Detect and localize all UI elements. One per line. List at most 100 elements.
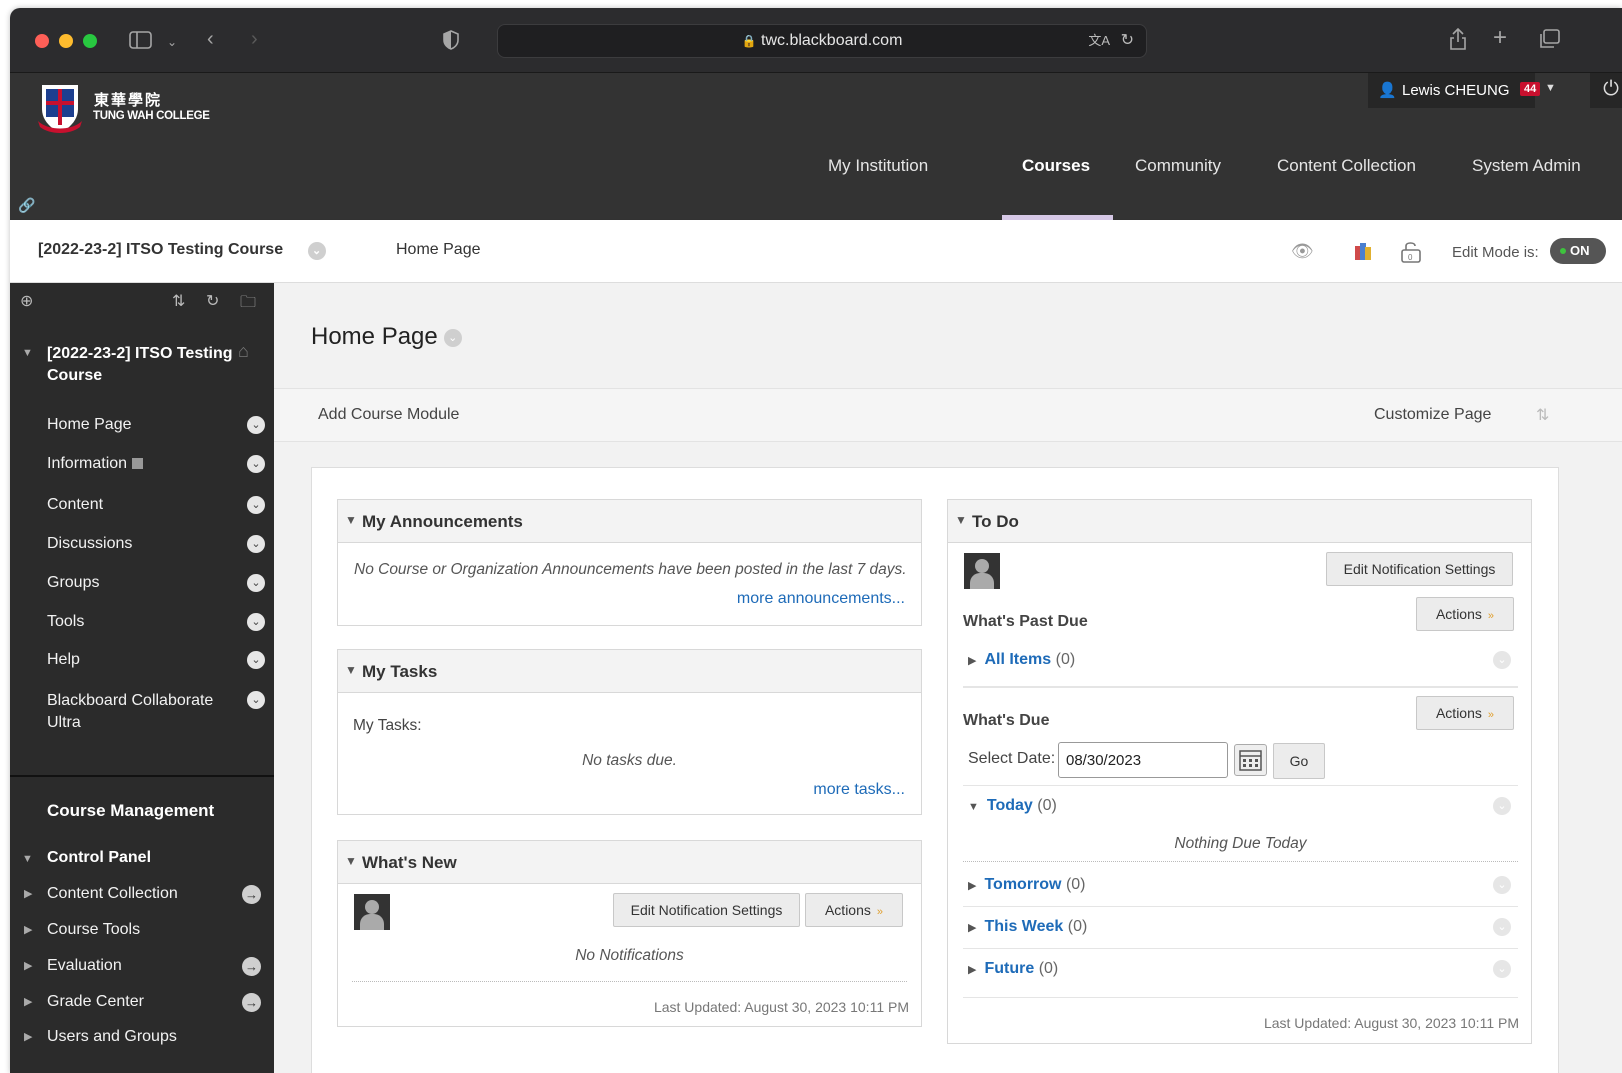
calendar-icon[interactable] xyxy=(1234,744,1267,776)
arrow-right-icon[interactable]: → xyxy=(242,957,261,976)
collapse-triangle-icon[interactable]: ▼ xyxy=(968,801,979,813)
sidebar-item-help[interactable]: Help ⌄ xyxy=(47,651,265,669)
add-course-module-button[interactable]: Add Course Module xyxy=(318,406,459,424)
expand-triangle-icon[interactable]: ▶ xyxy=(24,887,32,900)
breadcrumb-course[interactable]: [2022-23-2] ITSO Testing Course ⌄ xyxy=(38,241,326,260)
new-tab-icon[interactable]: + xyxy=(1493,26,1507,50)
chevron-down-icon[interactable]: ⌄ xyxy=(443,328,462,347)
expand-triangle-icon[interactable]: ▶ xyxy=(24,995,32,1008)
translate-icon[interactable]: 文A xyxy=(1088,25,1110,57)
user-menu[interactable]: 👤 Lewis CHEUNG 44 ▼ xyxy=(1368,73,1556,108)
chevron-down-icon[interactable]: ▼ xyxy=(1545,82,1556,94)
college-crest-logo[interactable] xyxy=(36,81,84,137)
collapse-triangle-icon[interactable]: ▼ xyxy=(955,513,967,527)
collapse-triangle-icon[interactable]: ▼ xyxy=(345,513,357,527)
forward-icon[interactable]: › xyxy=(251,29,258,49)
home-icon[interactable]: ⌂ xyxy=(238,341,249,362)
expand-triangle-icon[interactable]: ▶ xyxy=(968,964,976,976)
notification-badge[interactable]: 44 xyxy=(1520,82,1541,96)
collapse-triangle-icon[interactable]: ▼ xyxy=(345,663,357,677)
collapse-triangle-icon[interactable]: ▼ xyxy=(22,853,33,865)
group-label[interactable]: This Week xyxy=(984,918,1063,935)
sidebar-item-home-page[interactable]: Home Page ⌄ xyxy=(47,416,265,434)
control-item-grade-center[interactable]: Grade Center xyxy=(47,993,144,1011)
close-window-button[interactable] xyxy=(35,34,49,48)
expand-triangle-icon[interactable]: ▶ xyxy=(24,1030,32,1043)
collapse-triangle-icon[interactable]: ▼ xyxy=(22,347,33,359)
module-header[interactable]: ▼ To Do xyxy=(948,500,1531,543)
sidebar-toggle-icon[interactable] xyxy=(129,30,153,54)
edit-mode-toggle[interactable]: ON xyxy=(1550,238,1606,264)
module-header[interactable]: ▼ My Tasks xyxy=(338,650,921,693)
chevron-down-icon[interactable]: ⌄ xyxy=(167,32,177,52)
chevron-down-icon[interactable]: ⌄ xyxy=(307,242,326,260)
folder-view-icon[interactable]: 🗀 xyxy=(240,291,256,318)
collapse-triangle-icon[interactable]: ▼ xyxy=(345,854,357,868)
all-items-group[interactable]: ▶ All Items (0) xyxy=(968,651,1075,669)
logout-power-icon[interactable]: ⏻ xyxy=(1590,73,1622,108)
tab-overview-icon[interactable] xyxy=(1538,29,1560,53)
expand-triangle-icon[interactable]: ▶ xyxy=(24,959,32,972)
chevron-down-icon[interactable]: ⌄ xyxy=(247,651,265,669)
group-label[interactable]: All Items xyxy=(984,651,1051,668)
arrow-right-icon[interactable]: → xyxy=(242,885,261,904)
control-item-evaluation[interactable]: Evaluation xyxy=(47,957,122,975)
expand-triangle-icon[interactable]: ▶ xyxy=(968,880,976,892)
date-input[interactable] xyxy=(1058,742,1228,778)
reload-icon[interactable]: ↻ xyxy=(1121,25,1134,57)
chevron-down-icon[interactable]: ⌄ xyxy=(247,691,265,709)
arrow-right-icon[interactable]: → xyxy=(242,993,261,1012)
shield-icon[interactable] xyxy=(442,30,460,54)
unlock-icon[interactable]: 0 xyxy=(1400,239,1422,268)
student-preview-icon[interactable]: 👁 xyxy=(1291,241,1314,262)
chevron-down-icon[interactable]: ⌄ xyxy=(247,455,265,473)
edit-notification-settings-button[interactable]: Edit Notification Settings xyxy=(613,893,800,927)
back-icon[interactable]: ‹ xyxy=(207,29,214,49)
future-group[interactable]: ▶ Future (0) xyxy=(968,960,1058,978)
today-group[interactable]: ▼ Today (0) xyxy=(968,797,1057,815)
chevron-down-icon[interactable]: ⌄ xyxy=(1493,651,1511,669)
link-icon[interactable]: 🔗 xyxy=(18,197,35,214)
tab-my-institution[interactable]: My Institution xyxy=(828,156,928,176)
chevron-down-icon[interactable]: ⌄ xyxy=(1493,918,1511,936)
theme-palette-icon[interactable] xyxy=(1353,240,1373,267)
refresh-icon[interactable]: ↻ xyxy=(206,291,219,311)
chevron-down-icon[interactable]: ⌄ xyxy=(247,535,265,553)
chevron-down-icon[interactable]: ⌄ xyxy=(247,574,265,592)
tab-content-collection[interactable]: Content Collection xyxy=(1277,156,1416,176)
sidebar-item-groups[interactable]: Groups ⌄ xyxy=(47,574,265,592)
group-label[interactable]: Tomorrow xyxy=(984,876,1061,893)
actions-button[interactable]: Actions » xyxy=(805,893,903,927)
expand-triangle-icon[interactable]: ▶ xyxy=(968,655,976,667)
group-label[interactable]: Today xyxy=(987,797,1033,814)
sidebar-item-blackboard-collaborate[interactable]: Blackboard Collaborate Ultra ⌄ xyxy=(47,690,265,734)
minimize-window-button[interactable] xyxy=(59,34,73,48)
expand-triangle-icon[interactable]: ▶ xyxy=(968,922,976,934)
add-menu-item-icon[interactable]: ⊕ xyxy=(20,291,33,311)
group-label[interactable]: Future xyxy=(984,960,1034,977)
control-item-content-collection[interactable]: Content Collection xyxy=(47,885,178,903)
sidebar-item-information[interactable]: Information ⌄ xyxy=(47,455,265,473)
share-icon[interactable] xyxy=(1449,27,1467,54)
chevron-down-icon[interactable]: ⌄ xyxy=(1493,960,1511,978)
sidebar-item-content[interactable]: Content ⌄ xyxy=(47,496,265,514)
reorder-icon[interactable]: ⇅ xyxy=(1536,405,1549,425)
address-bar[interactable]: 🔒 twc.blackboard.com 文A ↻ xyxy=(497,24,1147,58)
chevron-down-icon[interactable]: ⌄ xyxy=(247,613,265,631)
chevron-down-icon[interactable]: ⌄ xyxy=(247,416,265,434)
go-button[interactable]: Go xyxy=(1273,743,1325,779)
tab-community[interactable]: Community xyxy=(1135,156,1221,176)
this-week-group[interactable]: ▶ This Week (0) xyxy=(968,918,1087,936)
tab-system-admin[interactable]: System Admin xyxy=(1472,156,1581,176)
tomorrow-group[interactable]: ▶ Tomorrow (0) xyxy=(968,876,1086,894)
expand-triangle-icon[interactable]: ▶ xyxy=(24,923,32,936)
control-item-users-and-groups[interactable]: Users and Groups xyxy=(47,1028,177,1046)
control-panel-heading[interactable]: Control Panel xyxy=(47,849,151,867)
module-header[interactable]: ▼ What's New xyxy=(338,841,921,884)
reorder-icon[interactable]: ⇅ xyxy=(172,291,185,311)
chevron-down-icon[interactable]: ⌄ xyxy=(1493,797,1511,815)
zoom-window-button[interactable] xyxy=(83,34,97,48)
sidebar-item-discussions[interactable]: Discussions ⌄ xyxy=(47,535,265,553)
sidebar-item-tools[interactable]: Tools ⌄ xyxy=(47,613,265,631)
actions-button-past-due[interactable]: Actions » xyxy=(1416,597,1514,631)
